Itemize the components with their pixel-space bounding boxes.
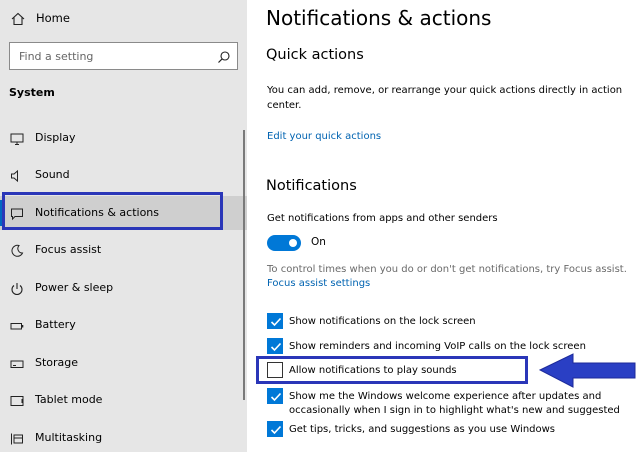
sidebar-item-power-sleep[interactable]: Power & sleep (0, 271, 247, 305)
get-notifications-label: Get notifications from apps and other se… (267, 213, 498, 224)
power-icon (10, 281, 24, 296)
storage-icon (10, 356, 24, 370)
quick-actions-description-line1: You can add, remove, or rearrange your q… (267, 85, 623, 96)
sidebar-section-title: System (9, 86, 55, 99)
checkbox-welcome-experience[interactable]: Show me the Windows welcome experience a… (267, 388, 637, 422)
toggle-state-label: On (311, 236, 326, 248)
checkbox-allow-sounds[interactable]: Allow notifications to play sounds (267, 362, 537, 380)
sidebar-item-label: Tablet mode (35, 393, 103, 406)
checkbox-tips-tricks[interactable]: Get tips, tricks, and suggestions as you… (267, 421, 587, 439)
sidebar-item-label: Sound (35, 168, 70, 181)
monitor-icon (10, 131, 24, 145)
checkbox-label: Get tips, tricks, and suggestions as you… (289, 424, 556, 435)
sidebar-item-label: Focus assist (35, 243, 102, 256)
toggle-knob (289, 239, 297, 247)
focus-assist-settings-link[interactable]: Focus assist settings (267, 278, 370, 289)
checkbox-label-line2: occasionally when I sign in to highlight… (289, 405, 620, 416)
sidebar-scrollbar[interactable] (243, 130, 245, 400)
annotation-arrow-icon (539, 353, 636, 388)
notifications-heading: Notifications (266, 178, 357, 194)
sidebar-item-multitasking[interactable]: Multitasking (0, 421, 247, 452)
sidebar-item-label: Storage (35, 356, 79, 369)
sidebar-item-sound[interactable]: Sound (0, 158, 247, 192)
sidebar-item-notifications-actions[interactable]: Notifications & actions (0, 196, 247, 230)
checkbox-checked[interactable] (267, 388, 283, 404)
sidebar-item-tablet-mode[interactable]: Tablet mode (0, 383, 247, 417)
sidebar-item-label: Battery (35, 318, 76, 331)
sidebar-item-display[interactable]: Display (0, 121, 247, 155)
edit-quick-actions-link[interactable]: Edit your quick actions (267, 131, 381, 142)
quick-actions-description-line2: center. (267, 100, 302, 111)
sidebar: Home System Display Sound Notifications … (0, 0, 247, 452)
moon-icon (10, 243, 24, 257)
sidebar-item-label: Display (35, 131, 76, 144)
checkbox-checked[interactable] (267, 338, 283, 354)
focus-assist-hint: To control times when you do or don't ge… (267, 264, 627, 275)
multitasking-icon (10, 431, 24, 445)
sidebar-item-focus-assist[interactable]: Focus assist (0, 233, 247, 267)
search-box[interactable] (9, 42, 238, 70)
speaker-icon (10, 168, 24, 183)
search-icon[interactable] (217, 49, 231, 68)
home-label: Home (36, 11, 70, 25)
sidebar-item-label: Power & sleep (35, 281, 114, 294)
checkbox-label: Allow notifications to play sounds (289, 365, 457, 376)
checkbox-checked[interactable] (267, 421, 283, 437)
sidebar-item-battery[interactable]: Battery (0, 308, 247, 342)
sidebar-item-storage[interactable]: Storage (0, 346, 247, 380)
checkbox-checked[interactable] (267, 313, 283, 329)
checkbox-label: Show notifications on the lock screen (289, 316, 476, 327)
home-button[interactable]: Home (0, 6, 247, 32)
home-icon (11, 11, 25, 30)
notifications-toggle[interactable] (267, 235, 301, 251)
tablet-icon (10, 393, 24, 407)
quick-actions-heading: Quick actions (266, 47, 364, 63)
checkbox-unchecked[interactable] (267, 362, 283, 378)
selection-indicator (0, 200, 3, 226)
page-title: Notifications & actions (266, 6, 492, 30)
notification-icon (10, 206, 24, 221)
checkbox-lock-screen-notifications[interactable]: Show notifications on the lock screen (267, 313, 627, 331)
search-input[interactable] (10, 43, 210, 69)
sidebar-item-label: Notifications & actions (35, 206, 160, 219)
sidebar-item-label: Multitasking (35, 431, 103, 444)
battery-icon (10, 318, 24, 332)
